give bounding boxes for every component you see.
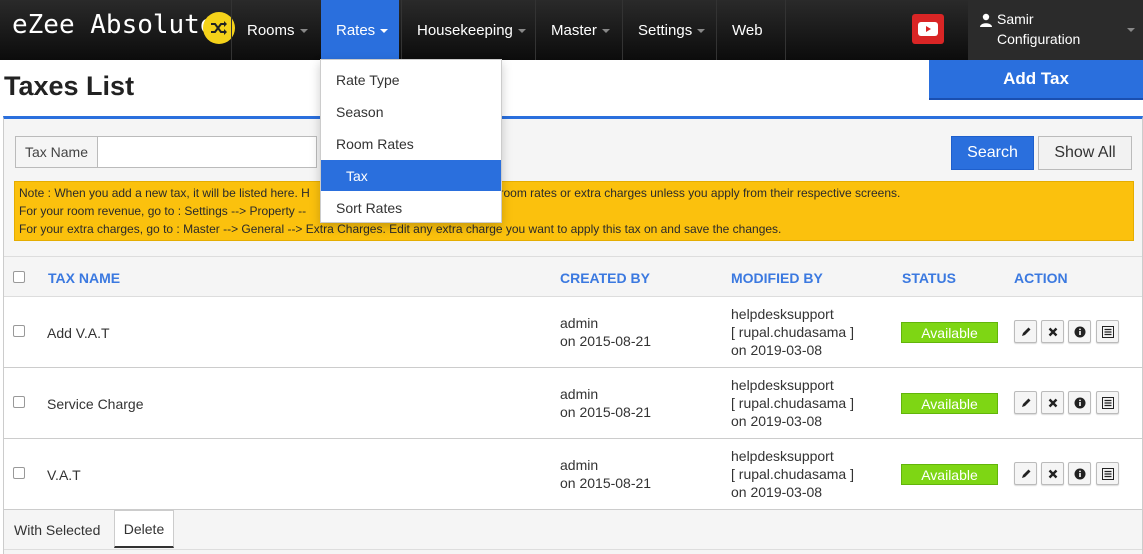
note-box: Note : When you add a new tax, it will b… [14,181,1134,241]
nav-rooms[interactable]: Rooms [231,0,321,60]
user-name: Samir [997,11,1034,27]
note-line-2: For your room revenue, go to : Settings … [19,204,307,218]
user-icon [980,13,992,27]
header-status[interactable]: STATUS [902,270,956,286]
nav-web[interactable]: Web [716,0,786,60]
modified-on: on 2019-03-08 [731,484,823,500]
menu-item-room-rates[interactable]: Room Rates [321,128,501,159]
table-header: TAX NAME CREATED BY MODIFIED BY STATUS A… [4,256,1142,297]
show-all-button[interactable]: Show All [1038,136,1132,170]
created-by-user: admin [560,386,599,402]
modified-by-sub: [ rupal.chudasama ] [731,466,854,482]
add-tax-button[interactable]: Add Tax [929,60,1143,100]
table-row: Service Charge admin on 2015-08-21 helpd… [4,368,1142,439]
header-action: ACTION [1014,270,1068,286]
search-button[interactable]: Search [951,136,1034,170]
header-tax-name[interactable]: TAX NAME [48,270,120,286]
nav-web-label: Web [732,21,763,39]
rates-dropdown-menu: Rate Type Season Room Rates Tax Sort Rat… [320,59,502,223]
pencil-icon[interactable] [1014,462,1037,485]
status-badge[interactable]: Available [901,322,998,343]
created-by-user: admin [560,315,599,331]
list-icon[interactable] [1096,462,1119,485]
status-badge[interactable]: Available [901,464,998,485]
modified-by-user: helpdesksupport [731,377,834,393]
taxes-panel: Tax Name Search Show All Note : When you… [3,116,1143,554]
pencil-icon[interactable] [1014,391,1037,414]
header-created-by[interactable]: CREATED BY [560,270,650,286]
youtube-icon[interactable] [912,14,944,44]
note-line-3: For your extra charges, go to : Master -… [19,222,782,236]
row-checkbox[interactable] [13,396,25,408]
top-navbar: eZee Absolute Rooms Rates Housekeeping M… [0,0,1143,60]
select-all-checkbox[interactable] [13,271,25,283]
nav-settings-label: Settings [638,21,693,39]
chevron-down-icon [299,29,308,33]
menu-item-season[interactable]: Season [321,96,501,127]
note-line-1: Note : When you add a new tax, it will b… [19,184,1129,202]
created-on: on 2015-08-21 [560,404,652,420]
nav-rates-label: Rates [336,21,376,39]
created-by-user: admin [560,457,599,473]
table-row: V.A.T admin on 2015-08-21 helpdesksuppor… [4,439,1142,510]
menu-item-sort-rates[interactable]: Sort Rates [321,192,501,223]
user-menu[interactable]: Samir Configuration [968,0,1143,60]
created-on: on 2015-08-21 [560,333,652,349]
modified-by-user: helpdesksupport [731,448,834,464]
nav-master[interactable]: Master [535,0,622,60]
header-modified-by[interactable]: MODIFIED BY [731,270,823,286]
table-row: Add V.A.T admin on 2015-08-21 helpdesksu… [4,297,1142,368]
note-line-1-end: n your room rates or extra charges unles… [462,186,901,200]
menu-item-rate-type[interactable]: Rate Type [321,64,501,95]
list-icon[interactable] [1096,320,1119,343]
info-icon[interactable] [1068,391,1091,414]
close-icon[interactable] [1041,391,1064,414]
row-checkbox[interactable] [13,467,25,479]
chevron-down-icon [697,29,706,33]
created-on: on 2015-08-21 [560,475,652,491]
menu-item-tax[interactable]: Tax [321,160,501,191]
nav-rooms-label: Rooms [247,21,295,39]
close-icon[interactable] [1041,462,1064,485]
tax-name-input[interactable] [98,136,317,168]
tax-name: V.A.T [47,467,81,483]
modified-by-sub: [ rupal.chudasama ] [731,395,854,411]
chevron-down-icon [380,29,389,33]
info-icon[interactable] [1068,320,1091,343]
tax-name: Add V.A.T [47,325,110,341]
chevron-down-icon [1127,28,1135,32]
nav-rates[interactable]: Rates [321,0,399,60]
status-badge[interactable]: Available [901,393,998,414]
row-checkbox[interactable] [13,325,25,337]
chevron-down-icon [517,29,526,33]
brand-name: eZee Absolute [12,10,216,40]
brand[interactable]: eZee Absolute [0,0,235,60]
bulk-actions-bar: With Selected Delete [4,510,1142,550]
info-icon[interactable] [1068,462,1091,485]
delete-button[interactable]: Delete [114,510,174,548]
list-icon[interactable] [1096,391,1119,414]
with-selected-label: With Selected [14,522,101,538]
tax-name: Service Charge [47,396,144,412]
close-icon[interactable] [1041,320,1064,343]
user-role: Configuration [997,31,1081,47]
modified-on: on 2019-03-08 [731,413,823,429]
tax-name-label: Tax Name [15,136,98,168]
page-title: Taxes List [4,71,135,101]
nav-settings[interactable]: Settings [622,0,716,60]
nav-master-label: Master [551,21,597,39]
nav-housekeeping-label: Housekeeping [417,21,513,39]
modified-by-user: helpdesksupport [731,306,834,322]
nav-housekeeping[interactable]: Housekeeping [401,0,535,60]
modified-by-sub: [ rupal.chudasama ] [731,324,854,340]
note-line-1-start: Note : When you add a new tax, it will b… [19,186,310,200]
modified-on: on 2019-03-08 [731,342,823,358]
chevron-down-icon [601,29,610,33]
pencil-icon[interactable] [1014,320,1037,343]
